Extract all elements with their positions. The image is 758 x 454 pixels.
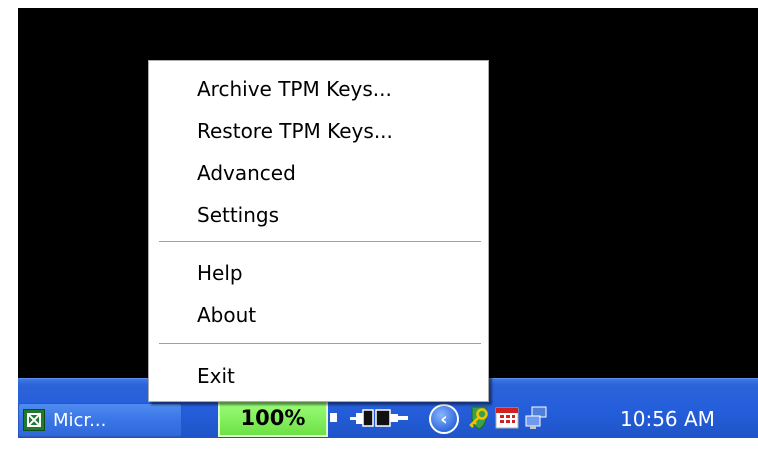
excel-icon — [23, 409, 45, 431]
taskbar-button-excel[interactable]: Micr... — [18, 403, 182, 437]
show-hidden-icons-chevron-icon[interactable]: ‹ — [429, 404, 459, 434]
security-key-icon[interactable] — [466, 405, 492, 431]
menu-item-settings[interactable]: Settings — [151, 195, 486, 235]
menu-item-advanced[interactable]: Advanced — [151, 153, 486, 193]
tray-context-menu: Archive TPM Keys... Restore TPM Keys... … — [148, 60, 489, 402]
clock[interactable]: 10:56 AM — [620, 403, 715, 435]
network-icon[interactable] — [524, 405, 550, 431]
power-plug-icon[interactable] — [350, 405, 408, 431]
menu-item-restore-tpm-keys[interactable]: Restore TPM Keys... — [151, 111, 486, 151]
calendar-app-icon[interactable] — [494, 405, 520, 431]
battery-icon — [330, 413, 337, 422]
menu-item-archive-tpm-keys[interactable]: Archive TPM Keys... — [151, 69, 486, 109]
desktop: Micr... 100% ‹ 10:56 AM Archive TPM Keys… — [18, 8, 758, 438]
battery-percentage[interactable]: 100% — [218, 399, 328, 437]
system-tray: 100% ‹ 10:56 AM — [218, 399, 758, 438]
menu-item-exit[interactable]: Exit — [151, 356, 486, 396]
menu-item-about[interactable]: About — [151, 295, 486, 335]
menu-separator — [159, 343, 481, 345]
menu-separator — [159, 241, 481, 243]
taskbar-button-label: Micr... — [53, 409, 107, 431]
menu-item-help[interactable]: Help — [151, 253, 486, 293]
